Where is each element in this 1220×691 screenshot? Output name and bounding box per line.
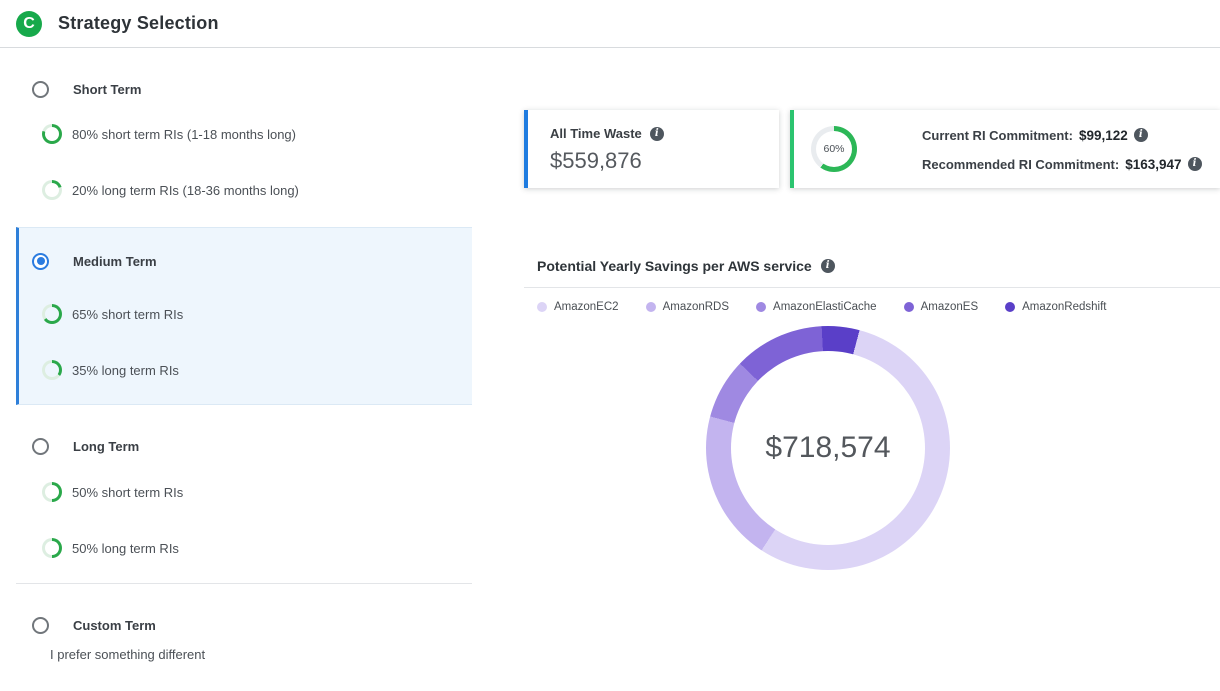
- strategy-group-short-term[interactable]: Short Term 80% short term RIs (1-18 mont…: [16, 79, 472, 200]
- strategy-label: Short Term: [73, 82, 141, 97]
- legend-item[interactable]: AmazonRedshift: [1005, 301, 1106, 313]
- app-logo-icon: C: [16, 11, 42, 37]
- page-title: Strategy Selection: [58, 13, 219, 34]
- legend-label: AmazonRDS: [663, 301, 729, 313]
- legend-label: AmazonES: [921, 301, 979, 313]
- savings-chart-panel: Potential Yearly Savings per AWS service…: [524, 248, 1220, 570]
- recommended-commitment-row: Recommended RI Commitment: $163,947: [922, 153, 1202, 175]
- divider: [524, 287, 1220, 288]
- all-time-waste-card: All Time Waste $559,876: [524, 110, 779, 188]
- legend-swatch: [537, 302, 547, 312]
- legend-swatch: [1005, 302, 1015, 312]
- legend-item[interactable]: AmazonRDS: [646, 301, 729, 313]
- strategy-option: 65% short term RIs: [19, 304, 472, 324]
- current-commitment-value: $99,122: [1079, 128, 1128, 143]
- option-label: 50% short term RIs: [72, 485, 183, 500]
- info-icon[interactable]: [650, 127, 664, 141]
- donut-center-total: $718,574: [706, 326, 950, 570]
- strategy-label: Custom Term: [73, 618, 156, 633]
- strategy-option: 50% short term RIs: [16, 482, 472, 502]
- donut-chart[interactable]: $718,574: [706, 326, 950, 570]
- option-label: 80% short term RIs (1-18 months long): [72, 127, 296, 142]
- info-icon[interactable]: [821, 259, 835, 273]
- strategy-head-custom-term[interactable]: Custom Term: [16, 615, 472, 635]
- progress-ring-icon: [42, 180, 62, 200]
- strategy-option: 50% long term RIs: [16, 538, 472, 558]
- legend-label: AmazonEC2: [554, 301, 619, 313]
- radio-long-term[interactable]: [32, 438, 49, 455]
- chart-title: Potential Yearly Savings per AWS service: [537, 258, 812, 274]
- radio-custom-term[interactable]: [32, 617, 49, 634]
- legend-label: AmazonElastiCache: [773, 301, 877, 313]
- info-icon[interactable]: [1188, 157, 1202, 171]
- legend-label: AmazonRedshift: [1022, 301, 1106, 313]
- legend-item[interactable]: AmazonES: [904, 301, 979, 313]
- progress-ring-icon: [42, 538, 62, 558]
- custom-term-description: I prefer something different: [16, 647, 472, 662]
- strategy-head-short-term[interactable]: Short Term: [16, 79, 472, 99]
- strategy-label: Long Term: [73, 439, 139, 454]
- waste-card-title: All Time Waste: [550, 126, 642, 141]
- info-icon[interactable]: [1134, 128, 1148, 142]
- radio-medium-term[interactable]: [32, 253, 49, 270]
- legend-swatch: [646, 302, 656, 312]
- legend-item[interactable]: AmazonElastiCache: [756, 301, 877, 313]
- recommended-commitment-label: Recommended RI Commitment:: [922, 157, 1119, 172]
- recommended-commitment-value: $163,947: [1125, 157, 1181, 172]
- strategy-group-medium-term[interactable]: Medium Term 65% short term RIs 35% long …: [16, 227, 472, 405]
- strategy-head-long-term[interactable]: Long Term: [16, 436, 472, 456]
- strategy-panel: Short Term 80% short term RIs (1-18 mont…: [16, 48, 472, 662]
- strategy-head-medium-term[interactable]: Medium Term: [19, 251, 472, 271]
- option-label: 35% long term RIs: [72, 363, 179, 378]
- divider: [16, 583, 472, 584]
- strategy-option: 80% short term RIs (1-18 months long): [16, 124, 472, 144]
- option-label: 50% long term RIs: [72, 541, 179, 556]
- current-commitment-row: Current RI Commitment: $99,122: [922, 124, 1202, 146]
- gauge-percent-label: 60%: [811, 126, 857, 172]
- progress-ring-icon: [42, 482, 62, 502]
- commitment-gauge: 60%: [811, 126, 857, 172]
- strategy-option: 20% long term RIs (18-36 months long): [16, 180, 472, 200]
- current-commitment-label: Current RI Commitment:: [922, 128, 1073, 143]
- strategy-group-long-term[interactable]: Long Term 50% short term RIs 50% long te…: [16, 436, 472, 558]
- option-label: 20% long term RIs (18-36 months long): [72, 183, 299, 198]
- strategy-group-custom-term[interactable]: Custom Term I prefer something different: [16, 615, 472, 662]
- legend-swatch: [756, 302, 766, 312]
- legend-item[interactable]: AmazonEC2: [537, 301, 619, 313]
- progress-ring-icon: [42, 304, 62, 324]
- waste-value: $559,876: [550, 148, 779, 174]
- app-header: C Strategy Selection: [0, 0, 1220, 48]
- chart-legend: AmazonEC2 AmazonRDS AmazonElastiCache Am…: [537, 301, 1220, 313]
- progress-ring-icon: [42, 360, 62, 380]
- strategy-option: 35% long term RIs: [19, 360, 472, 380]
- radio-short-term[interactable]: [32, 81, 49, 98]
- strategy-label: Medium Term: [73, 254, 157, 269]
- option-label: 65% short term RIs: [72, 307, 183, 322]
- legend-swatch: [904, 302, 914, 312]
- ri-commitment-card: 60% Current RI Commitment: $99,122 Recom…: [790, 110, 1220, 188]
- progress-ring-icon: [42, 124, 62, 144]
